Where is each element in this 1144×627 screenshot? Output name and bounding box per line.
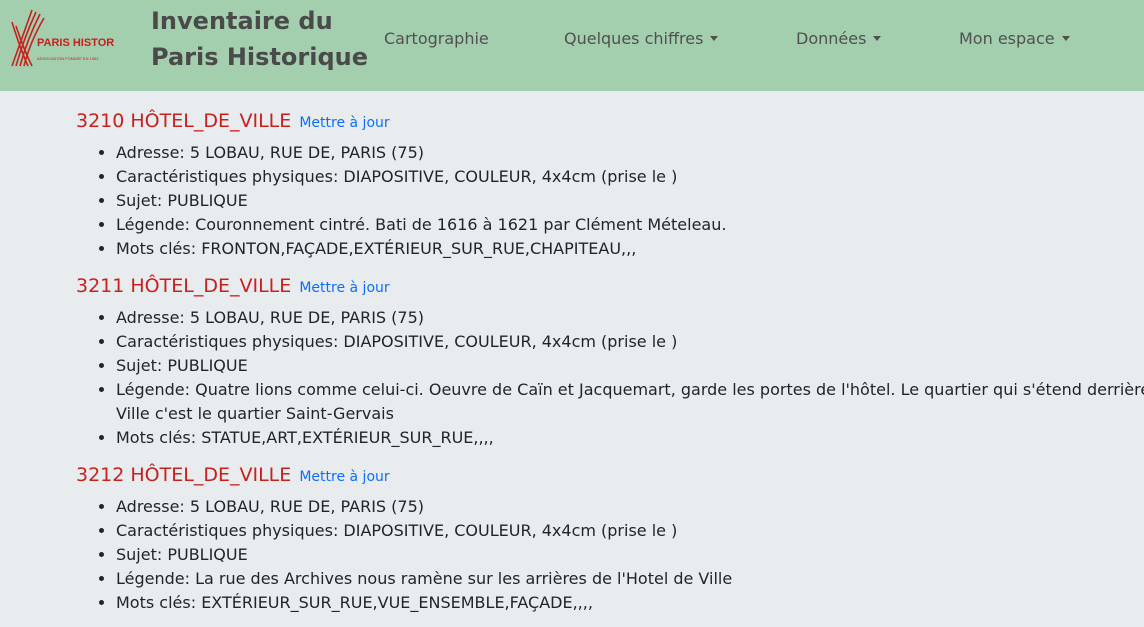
- nav-mon-espace-label: Mon espace: [959, 29, 1055, 48]
- field-adresse: Adresse: 5 LOBAU, RUE DE, PARIS (75): [116, 495, 1144, 519]
- nav-quelques-chiffres[interactable]: Quelques chiffres: [564, 28, 719, 50]
- record-3211: 3211 HÔTEL_DE_VILLE Mettre à jour Adress…: [76, 273, 1144, 450]
- field-mots-cles: Mots clés: EXTÉRIEUR_SUR_RUE,VUE_ENSEMBL…: [116, 591, 1144, 615]
- field-legende: Légende: Couronnement cintré. Bati de 16…: [116, 213, 1144, 237]
- caret-down-icon: [710, 36, 719, 41]
- nav-quelques-chiffres-label: Quelques chiffres: [564, 29, 704, 48]
- caret-down-icon: [873, 36, 882, 41]
- field-sujet: Sujet: PUBLIQUE: [116, 543, 1144, 567]
- record-id: 3212 HÔTEL_DE_VILLE: [76, 464, 292, 486]
- logo-subtext: ASSOCIATION FONDÉE EN 1963: [37, 56, 99, 61]
- field-legende: Légende: Quatre lions comme celui-ci. Oe…: [116, 378, 1144, 426]
- top-navbar: PARIS HISTORIQUE ASSOCIATION FONDÉE EN 1…: [0, 0, 1144, 91]
- record-id: 3210 HÔTEL_DE_VILLE: [76, 110, 292, 132]
- field-adresse: Adresse: 5 LOBAU, RUE DE, PARIS (75): [116, 141, 1144, 165]
- record-title: 3212 HÔTEL_DE_VILLE Mettre à jour: [76, 462, 1144, 489]
- record-fields: Adresse: 5 LOBAU, RUE DE, PARIS (75) Car…: [76, 306, 1144, 450]
- field-mots-cles: Mots clés: STATUE,ART,EXTÉRIEUR_SUR_RUE,…: [116, 426, 1144, 450]
- field-sujet: Sujet: PUBLIQUE: [116, 354, 1144, 378]
- logo-text: PARIS HISTORIQUE: [37, 37, 114, 49]
- records-list: 3210 HÔTEL_DE_VILLE Mettre à jour Adress…: [76, 108, 1144, 627]
- nav-cartographie-label: Cartographie: [384, 29, 489, 48]
- record-title: 3210 HÔTEL_DE_VILLE Mettre à jour: [76, 108, 1144, 135]
- field-caracteristiques: Caractéristiques physiques: DIAPOSITIVE,…: [116, 519, 1144, 543]
- record-3210: 3210 HÔTEL_DE_VILLE Mettre à jour Adress…: [76, 108, 1144, 261]
- nav-donnees-label: Données: [796, 29, 867, 48]
- nav-cartographie[interactable]: Cartographie: [384, 28, 489, 50]
- update-link[interactable]: Mettre à jour: [299, 280, 389, 296]
- nav-donnees[interactable]: Données: [796, 28, 882, 50]
- paris-historique-logo[interactable]: PARIS HISTORIQUE ASSOCIATION FONDÉE EN 1…: [8, 8, 141, 70]
- record-id: 3211 HÔTEL_DE_VILLE: [76, 275, 292, 297]
- record-fields: Adresse: 5 LOBAU, RUE DE, PARIS (75) Car…: [76, 141, 1144, 261]
- field-legende: Légende: La rue des Archives nous ramène…: [116, 567, 1144, 591]
- record-3212: 3212 HÔTEL_DE_VILLE Mettre à jour Adress…: [76, 462, 1144, 615]
- update-link[interactable]: Mettre à jour: [299, 469, 389, 485]
- field-caracteristiques: Caractéristiques physiques: DIAPOSITIVE,…: [116, 330, 1144, 354]
- field-mots-cles: Mots clés: FRONTON,FAÇADE,EXTÉRIEUR_SUR_…: [116, 237, 1144, 261]
- field-sujet: Sujet: PUBLIQUE: [116, 189, 1144, 213]
- record-title: 3211 HÔTEL_DE_VILLE Mettre à jour: [76, 273, 1144, 300]
- field-adresse: Adresse: 5 LOBAU, RUE DE, PARIS (75): [116, 306, 1144, 330]
- brand-line-1: Inventaire du: [151, 7, 333, 35]
- site-brand[interactable]: Inventaire du Paris Historique: [151, 3, 368, 75]
- brand-line-2: Paris Historique: [151, 43, 369, 71]
- record-fields: Adresse: 5 LOBAU, RUE DE, PARIS (75) Car…: [76, 495, 1144, 615]
- caret-down-icon: [1061, 36, 1070, 41]
- update-link[interactable]: Mettre à jour: [299, 115, 389, 131]
- field-caracteristiques: Caractéristiques physiques: DIAPOSITIVE,…: [116, 165, 1144, 189]
- nav-mon-espace[interactable]: Mon espace: [959, 28, 1070, 50]
